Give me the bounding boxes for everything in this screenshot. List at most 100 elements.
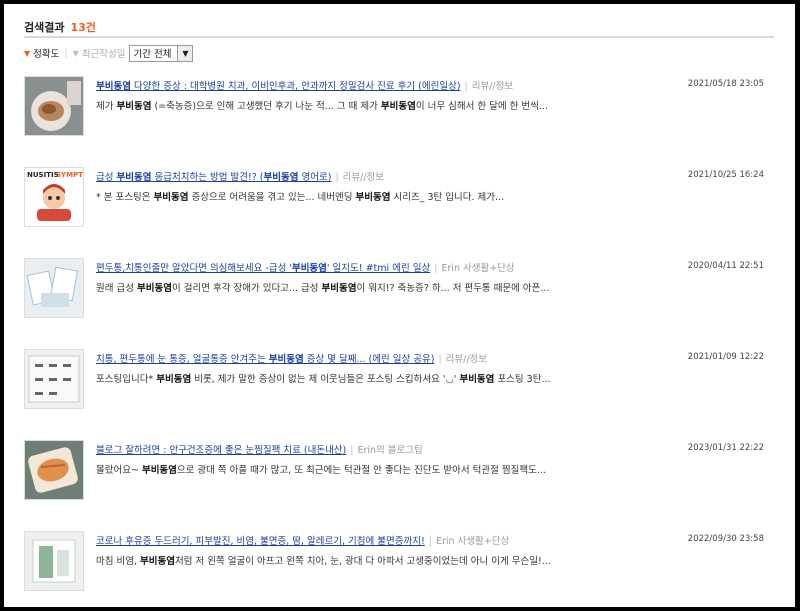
snippet-keyword-highlight: 부비동염 (156, 374, 192, 385)
results-count: 13건 (70, 21, 96, 34)
title-text: 급성 (96, 172, 117, 183)
snippet-keyword-highlight: 부비동염 (380, 101, 416, 112)
snippet-text: 비롯, 제가 말한 증상이 없는 제 이웃님들은 포스팅 스킵하셔요 '◡' (191, 374, 460, 385)
title-text: 블로그 잘하려면 : 안구건조증에 좋은 눈찜질팩 치료 (내돈내산) (96, 445, 347, 456)
search-result-item: 편두통,치통인줄만 알았다면 의심해보세요 -급성 '부비동염' 일지도! #t… (24, 258, 774, 320)
result-category[interactable]: 리뷰//정보 (472, 81, 513, 92)
nusitis-symptom-thumbnail[interactable]: NUSITISSYMPTO (24, 167, 84, 227)
result-title-line: 편두통,치통인줄만 알았다면 의심해보세요 -급성 '부비동염' 일지도! #t… (96, 260, 696, 274)
title-keyword-highlight: 부비동염 (116, 172, 152, 183)
search-result-item: 코로나 후유증 두드러기, 피부발진, 비염, 불면증, 땀, 알레르기, 기침… (24, 531, 774, 593)
title-keyword-highlight: 부비동염 (263, 172, 299, 183)
title-text: 다양한 증상 : 대학병원 치과, 이비인후과, 안과까지 정밀검사 진료 후기… (130, 81, 461, 92)
snippet-text: 몰랐어요~ (96, 465, 142, 476)
result-title-line: 코로나 후유증 두드러기, 피부발진, 비염, 불면증, 땀, 알레르기, 기침… (96, 533, 696, 547)
result-date: 2023/01/31 22:22 (687, 443, 764, 453)
sort-accuracy-link[interactable]: 정확도 (33, 46, 59, 60)
search-result-item: 치통, 편두통에 눈 통증, 얼굴통증 안겨주는 부비동염 증상 몇 달째...… (24, 349, 774, 411)
snippet-text: * 본 포스팅은 (96, 192, 154, 203)
result-category[interactable]: Erin 사생활+단상 (436, 536, 509, 547)
food-plate-thumbnail[interactable] (24, 76, 84, 136)
snippet-text: 으로 광대 쪽 아플 때가 많고, 또 최근에는 턱관절 안 좋다는 진단도 받… (176, 465, 546, 476)
title-text: 영어로) (298, 172, 332, 183)
snippet-text: 증상으로 어려움을 겪고 있는... 네버엔딩 (188, 192, 356, 203)
result-title-line: 블로그 잘하려면 : 안구건조증에 좋은 눈찜질팩 치료 (내돈내산) | Erin… (96, 442, 696, 456)
category-separator: | (464, 81, 468, 92)
snippet-text: 처럼 저 왼쪽 얼굴이 아프고 왼쪽 치아, 눈, 광대 다 아파서 고생중이었… (175, 556, 551, 567)
thumb-nusitis-text: NUSITIS (27, 171, 59, 179)
period-select-value: 기간 전체 (133, 49, 172, 60)
category-separator: | (428, 536, 432, 547)
result-category[interactable]: Erin 사생활+단상 (441, 263, 514, 274)
title-text: 편두통,치통인줄만 알았다면 의심해보세요 -급성 ' (96, 263, 292, 274)
sort-down-arrow-icon: ▼ (72, 48, 79, 58)
snippet-text: 이 걸리면 후각 장애가 있다고... 급성 (171, 283, 322, 294)
results-title: 검색결과 (24, 21, 65, 34)
snippet-text: 제가 (96, 101, 117, 112)
sort-recent-link[interactable]: 최근작성일 (82, 46, 126, 60)
search-result-item: 블로그 잘하려면 : 안구건조증에 좋은 눈찜질팩 치료 (내돈내산) | Erin… (24, 440, 774, 502)
snippet-text: 마침 비염, (96, 556, 141, 567)
search-results-panel: 검색결과 13건 ▼ 정확도 | ▼ 최근작성일 기간 전체 ▼ 부비동염 다양한… (4, 4, 795, 607)
period-select[interactable]: 기간 전체 ▼ (129, 44, 194, 62)
title-text: ' 일지도! #tmi 에린 일상 (326, 263, 431, 274)
snippet-keyword-highlight: 부비동염 (137, 283, 172, 294)
result-category[interactable]: 리뷰//정보 (343, 172, 384, 183)
search-result-item: NUSITISSYMPTO급성 부비동염 응급처치하는 방법 발견!? (부비동… (24, 167, 774, 229)
category-separator: | (434, 263, 438, 274)
title-keyword-highlight: 부비동염 (96, 81, 131, 92)
title-text: 응급처치하는 방법 발견!? ( (151, 172, 264, 183)
title-text: 치통, 편두통에 눈 통증, 얼굴통증 안겨주는 (96, 354, 269, 365)
sort-separator: | (64, 47, 68, 59)
medicine-pills-thumbnail[interactable] (24, 258, 84, 318)
result-title-line: 치통, 편두통에 눈 통증, 얼굴통증 안겨주는 부비동염 증상 몇 달째...… (96, 351, 696, 365)
result-title-line: 부비동염 다양한 증상 : 대학병원 치과, 이비인후과, 안과까지 정밀검사 … (96, 78, 696, 92)
chevron-down-icon[interactable]: ▼ (177, 45, 193, 61)
results-header: 검색결과 13건 (24, 16, 774, 38)
pill-packet-thumbnail[interactable] (24, 349, 84, 409)
result-date: 2021/05/18 23:05 (687, 79, 764, 89)
snippet-keyword-highlight: 부비동염 (355, 192, 391, 203)
snippet-text: 원래 급성 (96, 283, 137, 294)
medicine-box-thumbnail[interactable] (24, 531, 84, 591)
title-text: 증상 몇 달째... (에린 일상 공유) (303, 354, 435, 365)
category-separator: | (438, 354, 442, 365)
result-category[interactable]: Erin의 블로그팁 (357, 445, 422, 456)
title-text: 코로나 후유증 두드러기, 피부발진, 비염, 불면증, 땀, 알레르기, 기침… (96, 536, 425, 547)
result-date: 2021/01/09 12:22 (687, 352, 764, 362)
result-title-line: 급성 부비동염 응급처치하는 방법 발견!? (부비동염 영어로) | 리뷰//정보 (96, 169, 696, 183)
category-separator: | (350, 445, 354, 456)
snippet-text: 시리즈_ 3탄 입니다. 제가... (390, 192, 505, 203)
snippet-text: (=축농증)으로 인해 고생했던 후기 나눈 적... 그 때 제가 (151, 101, 381, 112)
bread-pack-thumbnail[interactable] (24, 440, 84, 500)
result-snippet: 원래 급성 부비동염이 걸리면 후각 장애가 있다고... 급성 부비동염이 뭐… (96, 280, 756, 294)
result-title-link[interactable]: 부비동염 다양한 증상 : 대학병원 치과, 이비인후과, 안과까지 정밀검사 … (96, 81, 461, 92)
result-title-link[interactable]: 치통, 편두통에 눈 통증, 얼굴통증 안겨주는 부비동염 증상 몇 달째...… (96, 354, 434, 365)
result-title-link[interactable]: 블로그 잘하려면 : 안구건조증에 좋은 눈찜질팩 치료 (내돈내산) (96, 445, 346, 456)
title-keyword-highlight: 부비동염 (268, 354, 304, 365)
snippet-keyword-highlight: 부비동염 (140, 556, 175, 567)
sort-bar: ▼ 정확도 | ▼ 최근작성일 기간 전체 ▼ (24, 44, 194, 62)
result-snippet: 마침 비염, 부비동염처럼 저 왼쪽 얼굴이 아프고 왼쪽 치아, 눈, 광대 … (96, 553, 756, 567)
snippet-keyword-highlight: 부비동염 (321, 283, 357, 294)
result-title-link[interactable]: 코로나 후유증 두드러기, 피부발진, 비염, 불면증, 땀, 알레르기, 기침… (96, 536, 425, 547)
snippet-keyword-highlight: 부비동염 (141, 465, 177, 476)
result-snippet: 제가 부비동염 (=축농증)으로 인해 고생했던 후기 나눈 적... 그 때 … (96, 98, 756, 112)
snippet-keyword-highlight: 부비동염 (459, 374, 495, 385)
result-title-link[interactable]: 편두통,치통인줄만 알았다면 의심해보세요 -급성 '부비동염' 일지도! #t… (96, 263, 430, 274)
snippet-text: 이 너무 심해서 한 달에 한 번씩... (415, 101, 548, 112)
result-snippet: 포스팅입니다* 부비동염 비롯, 제가 말한 증상이 없는 제 이웃님들은 포스… (96, 371, 756, 385)
result-date: 2021/10/25 16:24 (687, 170, 764, 180)
result-snippet: 몰랐어요~ 부비동염으로 광대 쪽 아플 때가 많고, 또 최근에는 턱관절 안… (96, 462, 756, 476)
thumb-sympto-text: SYMPTO (56, 171, 83, 179)
search-result-item: 부비동염 다양한 증상 : 대학병원 치과, 이비인후과, 안과까지 정밀검사 … (24, 76, 774, 138)
sort-down-arrow-icon: ▼ (24, 48, 31, 58)
result-snippet: * 본 포스팅은 부비동염 증상으로 어려움을 겪고 있는... 네버엔딩 부비… (96, 189, 756, 203)
snippet-text: 포스팅입니다* (96, 374, 157, 385)
result-date: 2020/04/11 22:51 (687, 261, 764, 271)
snippet-text: 이 뭐지!? 축농증? 하... 저 편두통 때문에 아픈... (356, 283, 550, 294)
result-title-link[interactable]: 급성 부비동염 응급처치하는 방법 발견!? (부비동염 영어로) (96, 172, 331, 183)
result-category[interactable]: 리뷰//정보 (446, 354, 487, 365)
title-keyword-highlight: 부비동염 (291, 263, 327, 274)
category-separator: | (335, 172, 339, 183)
